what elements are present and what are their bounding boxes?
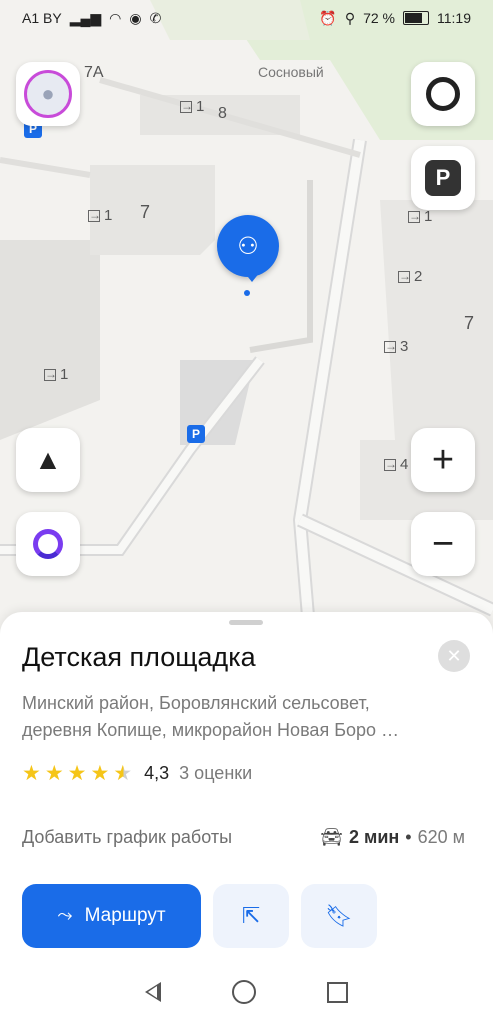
rating-row[interactable]: ★ ★ ★ ★ ★ 4,3 3 оценки <box>22 761 252 786</box>
clock-time: 11:19 <box>437 10 471 26</box>
entrance-marker: → 1 <box>180 98 205 115</box>
address-line-2: деревня Копище, микрорайон Новая Боро … <box>22 720 400 740</box>
alice-voice-button[interactable] <box>16 512 80 576</box>
entrance-icon: → <box>408 208 421 223</box>
entrance-marker: → 4 <box>384 456 409 473</box>
map-label-sosnovy: Сосновый <box>258 64 324 80</box>
zoom-in-button[interactable]: + <box>411 428 475 492</box>
travel-time: 2 мин <box>349 827 400 847</box>
warning-icon: ▲ <box>34 444 62 475</box>
entrance-icon: → <box>180 98 193 113</box>
playground-pin[interactable]: ⚇ <box>217 215 279 277</box>
entrance-icon: → <box>44 366 57 381</box>
recent-apps-icon[interactable] <box>326 981 348 1003</box>
viber-icon: ✆ <box>149 9 162 26</box>
entrance-marker: → 3 <box>384 338 409 355</box>
star-icon: ★ <box>90 762 110 785</box>
share-button[interactable]: ⇱ <box>213 884 289 948</box>
alice-icon <box>33 529 63 559</box>
alice-assistant-button[interactable] <box>411 62 475 126</box>
place-title: Детская площадка <box>22 642 256 672</box>
star-icon: ★ <box>67 762 87 785</box>
sheet-drag-handle[interactable] <box>229 620 263 625</box>
road-event-button[interactable]: ▲ <box>16 428 80 492</box>
back-icon[interactable] <box>145 982 162 1002</box>
address-line-1: Минский район, Боровлянский сельсовет, <box>22 693 370 713</box>
minus-icon: − <box>431 523 455 565</box>
route-label: Маршрут <box>84 905 166 926</box>
eye-icon: ◉ <box>129 9 142 26</box>
entrance-marker: → 1 <box>408 208 433 225</box>
travel-info: 🚘︎ 2 мин • 620 м <box>320 827 465 848</box>
route-icon: ⤳ <box>57 905 73 926</box>
entrance-marker: → 1 <box>44 366 69 383</box>
entrance-icon: → <box>384 456 397 471</box>
route-button[interactable]: ⤳ Маршрут <box>22 884 201 948</box>
plus-icon: + <box>431 439 455 481</box>
map-label-house-7-left: 7 <box>140 202 151 222</box>
add-hours-link[interactable]: Добавить график работы <box>22 827 232 848</box>
status-bar: A1 BY ▂▄▆ ◠ ◉ ✆ ⏰ ⚲ 72 % 11:19 <box>0 0 493 36</box>
parking-layer-button[interactable]: P <box>411 146 475 210</box>
car-icon: 🚘︎ <box>320 827 343 847</box>
travel-distance: 620 м <box>417 827 465 847</box>
rating-count: 3 оценки <box>179 763 253 783</box>
playground-icon: ⚇ <box>237 232 259 260</box>
pin-location-dot <box>244 290 250 296</box>
close-card-button[interactable]: ✕ <box>438 640 470 672</box>
place-address: Минский район, Боровлянский сельсовет, д… <box>22 690 482 744</box>
entrance-marker: → 2 <box>398 268 423 285</box>
battery-icon <box>403 11 429 25</box>
location-icon: ⚲ <box>344 9 356 26</box>
travel-separator: • <box>405 827 412 847</box>
bookmark-icon: 🔖︎ <box>325 903 353 928</box>
rating-value: 4,3 <box>144 763 170 783</box>
profile-button[interactable]: ● <box>16 62 80 126</box>
wifi-icon: ◠ <box>109 9 122 26</box>
map-label-house-7-right: 7 <box>464 313 475 333</box>
parking-marker[interactable]: P <box>187 425 205 443</box>
zoom-out-button[interactable]: − <box>411 512 475 576</box>
battery-percent: 72 % <box>363 10 395 26</box>
avatar-icon: ● <box>24 70 72 118</box>
alarm-icon: ⏰ <box>319 9 337 26</box>
entrance-marker: → 1 <box>88 207 113 224</box>
alice-ring-icon <box>426 77 460 111</box>
home-icon[interactable] <box>231 980 256 1004</box>
signal-icon: ▂▄▆ <box>69 9 102 26</box>
close-icon: ✕ <box>446 645 462 666</box>
entrance-icon: → <box>88 207 101 222</box>
entrance-icon: → <box>398 268 411 283</box>
pin-tail <box>244 272 260 282</box>
system-nav-bar <box>0 960 493 1024</box>
carrier-label: A1 BY <box>22 10 62 26</box>
bookmark-button[interactable]: 🔖︎ <box>301 884 377 948</box>
parking-icon: P <box>425 160 461 196</box>
map-label-house-7a: 7А <box>84 64 104 81</box>
share-icon: ⇱ <box>241 903 261 928</box>
star-icon: ★ <box>22 762 41 785</box>
star-icon: ★ <box>44 762 64 785</box>
half-star-icon: ★ <box>113 762 133 785</box>
entrance-icon: → <box>384 338 397 353</box>
map-label-house-8: 8 <box>218 105 227 122</box>
